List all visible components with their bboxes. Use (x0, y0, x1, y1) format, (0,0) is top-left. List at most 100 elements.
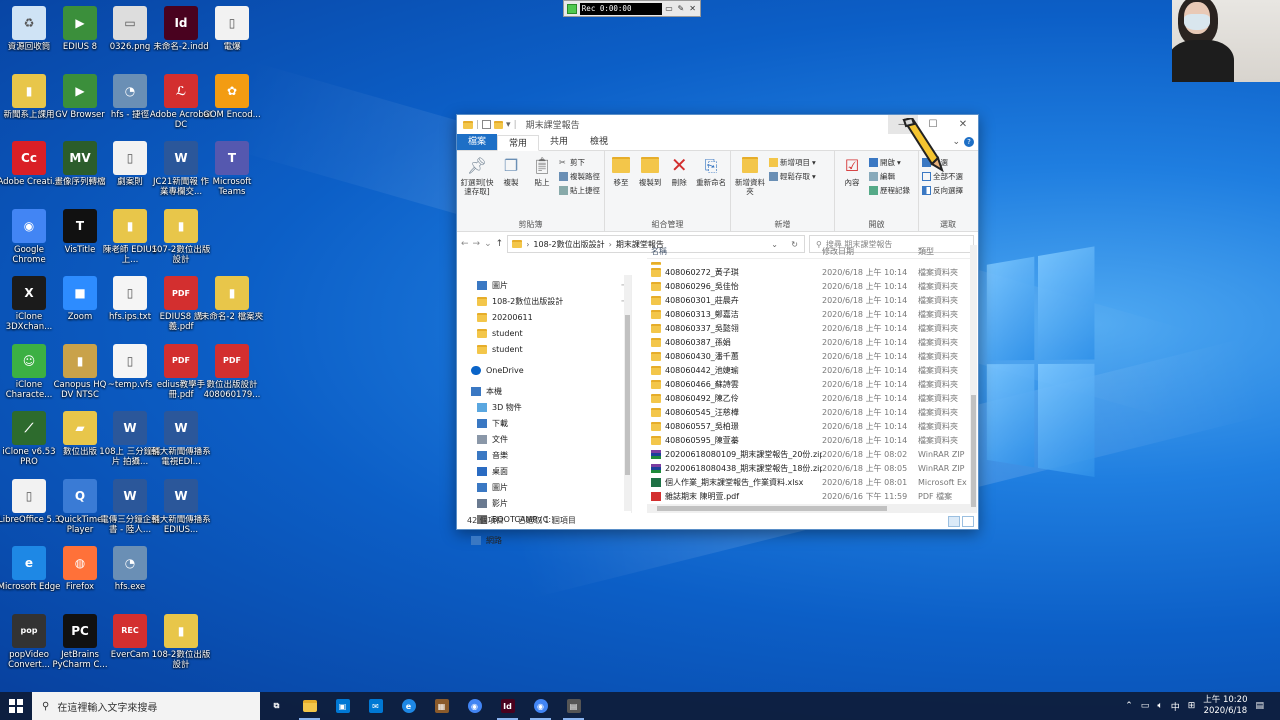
nav-item[interactable]: 網路 (457, 532, 631, 548)
tab-share[interactable]: 共用 (539, 134, 579, 150)
network-icon[interactable]: ▭ (1141, 701, 1150, 711)
paste-shortcut-button[interactable]: 貼上捷徑 (559, 184, 600, 196)
up-icon[interactable]: ↑ (496, 239, 504, 249)
taskbar-app[interactable]: ✉ (359, 692, 392, 720)
ime-mode-icon[interactable]: ⊞ (1188, 701, 1196, 711)
history-button[interactable]: 歷程記錄 (869, 184, 910, 196)
recorder-close-icon[interactable]: ✕ (688, 4, 697, 13)
desktop-icon[interactable]: ▮ 108-2數位出版設計 (149, 613, 213, 670)
tab-home[interactable]: 常用 (497, 135, 540, 151)
large-icons-view-icon[interactable] (962, 516, 974, 527)
file-list-scrollbar[interactable] (970, 245, 977, 513)
qa-dropdown-icon[interactable]: ▾ (506, 120, 511, 130)
horizontal-scroll-thumb[interactable] (657, 506, 887, 511)
file-row[interactable]: 408060595_陳萱蓁 2020/6/18 上午 10:14 檔案資料夾 (647, 433, 970, 447)
breadcrumb-arrow-icon[interactable]: › (526, 240, 529, 249)
breadcrumb-item[interactable]: 108-2數位出版設計 (533, 239, 604, 250)
details-view-icon[interactable] (948, 516, 960, 527)
taskbar-app[interactable]: ▤ (557, 692, 590, 720)
start-button[interactable] (0, 692, 32, 720)
recent-dropdown-icon[interactable]: ⌄ (484, 239, 492, 249)
file-list-scroll-thumb[interactable] (971, 395, 976, 507)
taskbar-app[interactable]: ◉ (458, 692, 491, 720)
nav-item[interactable]: 影片 (457, 495, 631, 511)
taskbar-app[interactable]: ▣ (326, 692, 359, 720)
nav-item[interactable]: 下載 (457, 415, 631, 431)
file-row[interactable]: 408060337_吳懿翎 2020/6/18 上午 10:14 檔案資料夾 (647, 321, 970, 335)
nav-item[interactable]: student (457, 341, 631, 357)
clock[interactable]: 上午 10:20 2020/6/18 (1203, 695, 1247, 717)
desktop-icon[interactable]: W 輔大新聞傳播系 EDIUS... (149, 478, 213, 535)
nav-scrollbar[interactable] (624, 275, 631, 511)
breadcrumb-arrow-icon[interactable]: › (609, 240, 612, 249)
nav-item[interactable]: 音樂 (457, 447, 631, 463)
nav-item[interactable]: 文件 (457, 431, 631, 447)
invert-selection-button[interactable]: 反向選擇 (922, 184, 963, 196)
tab-file[interactable]: 檔案 (457, 134, 498, 150)
nav-item[interactable]: 圖片⊸ (457, 277, 631, 293)
nav-item[interactable]: 108-2數位出版設計⊸ (457, 293, 631, 309)
nav-item[interactable]: 本機 (457, 383, 631, 399)
nav-item[interactable]: 圖片 (457, 479, 631, 495)
nav-item[interactable]: 20200611 (457, 309, 631, 325)
copy-path-button[interactable]: 複製路徑 (559, 170, 600, 182)
nav-item[interactable]: 桌面 (457, 463, 631, 479)
file-row[interactable]: 408060313_鄭嘉洁 2020/6/18 上午 10:14 檔案資料夾 (647, 307, 970, 321)
new-item-button[interactable]: 新增項目 ▾ (769, 156, 816, 168)
file-row[interactable]: 408060430_潘千蕙 2020/6/18 上午 10:14 檔案資料夾 (647, 349, 970, 363)
nav-item[interactable]: 3D 物件 (457, 399, 631, 415)
ribbon-collapse-icon[interactable]: ⌄ (952, 137, 960, 147)
file-row[interactable]: 408060387_孫娟 2020/6/18 上午 10:14 檔案資料夾 (647, 335, 970, 349)
taskbar-search[interactable]: ⚲ 在這裡輸入文字來搜尋 (32, 692, 260, 720)
taskbar-app[interactable]: ◉ (524, 692, 557, 720)
taskbar-app[interactable]: ⧉ (260, 692, 293, 720)
desktop-icon[interactable]: ✿ GOM Encod... (200, 73, 264, 120)
forward-icon[interactable]: → (473, 239, 481, 249)
nav-item[interactable]: OneDrive (457, 362, 631, 378)
taskbar-app[interactable]: Id (491, 692, 524, 720)
file-row[interactable]: 雜誌期末 陳明萱.pdf 2020/6/16 下午 11:59 PDF 檔案 (647, 489, 970, 503)
recorder-window-icon[interactable]: ▭ (665, 4, 674, 13)
file-row[interactable]: 20200618080109_期末課堂報告_20份.zip 2020/6/18 上… (647, 447, 970, 461)
desktop-icon[interactable]: ◔ hfs.exe (98, 546, 162, 592)
file-row[interactable]: 個人作業_期末課堂報告_作業資料.xlsx 2020/6/18 上午 08:01 M… (647, 475, 970, 489)
easy-access-button[interactable]: 輕鬆存取 ▾ (769, 170, 816, 182)
back-icon[interactable]: ← (461, 239, 469, 249)
record-status-icon[interactable] (567, 3, 577, 14)
taskbar-app[interactable]: ▦ (425, 692, 458, 720)
file-row[interactable]: 408060466_蘇詩雲 2020/6/18 上午 10:14 檔案資料夾 (647, 377, 970, 391)
column-name[interactable]: 名稱 (647, 246, 822, 257)
desktop-icon[interactable]: PDF 數位出版設計 408060179... (200, 343, 264, 400)
column-date[interactable]: 修改日期 (822, 246, 918, 257)
file-row[interactable]: 408060296_吳佳怡 2020/6/18 上午 10:14 檔案資料夾 (647, 279, 970, 293)
file-row[interactable]: 408060442_池婕瑜 2020/6/18 上午 10:14 檔案資料夾 (647, 363, 970, 377)
tab-view[interactable]: 檢視 (579, 134, 619, 150)
notification-icon[interactable]: ▤ (1255, 701, 1264, 711)
desktop-icon[interactable]: ▮ 107-2數位出版設計 (149, 208, 213, 265)
properties-qa-icon[interactable] (482, 120, 492, 129)
desktop-icon[interactable]: T Microsoft Teams (200, 141, 264, 197)
volume-icon[interactable]: 🔈︎ (1157, 701, 1162, 711)
desktop-icon-label: 電爆 (223, 42, 241, 52)
desktop-icon[interactable]: ▯ 電爆 (200, 6, 264, 52)
file-row[interactable]: 408060272_黃子琪 2020/6/18 上午 10:14 檔案資料夾 (647, 265, 970, 279)
file-row[interactable]: 408060301_莊晨卉 2020/6/18 上午 10:14 檔案資料夾 (647, 293, 970, 307)
cut-button[interactable]: ✂ 剪下 (559, 156, 600, 168)
ime-indicator[interactable]: 中 (1171, 700, 1180, 713)
desktop-icon[interactable]: W 輔大新聞傳播系 電視EDI... (149, 411, 213, 467)
close-button[interactable]: ✕ (948, 115, 978, 134)
tray-overflow-icon[interactable]: ⌃ (1125, 701, 1133, 711)
nav-scroll-thumb[interactable] (625, 315, 630, 475)
column-type[interactable]: 類型 (918, 246, 970, 257)
recorder-draw-icon[interactable]: ✎ (676, 4, 685, 13)
file-row[interactable]: 20200618080438_期末課堂報告_18份.zip 2020/6/18 上… (647, 461, 970, 475)
nav-item[interactable]: student (457, 325, 631, 341)
taskbar-app[interactable] (293, 692, 326, 720)
file-row[interactable]: 408060545_汪慈樺 2020/6/18 上午 10:14 檔案資料夾 (647, 405, 970, 419)
file-row[interactable]: 408060492_陳乙伶 2020/6/18 上午 10:14 檔案資料夾 (647, 391, 970, 405)
file-row[interactable]: 408060557_吳柏璟 2020/6/18 上午 10:14 檔案資料夾 (647, 419, 970, 433)
new-folder-qa-icon[interactable] (494, 120, 504, 129)
help-icon[interactable]: ? (964, 137, 974, 147)
taskbar-app[interactable]: e (392, 692, 425, 720)
desktop-icon[interactable]: ▮ 未命名-2 檔案夾 (200, 276, 264, 322)
